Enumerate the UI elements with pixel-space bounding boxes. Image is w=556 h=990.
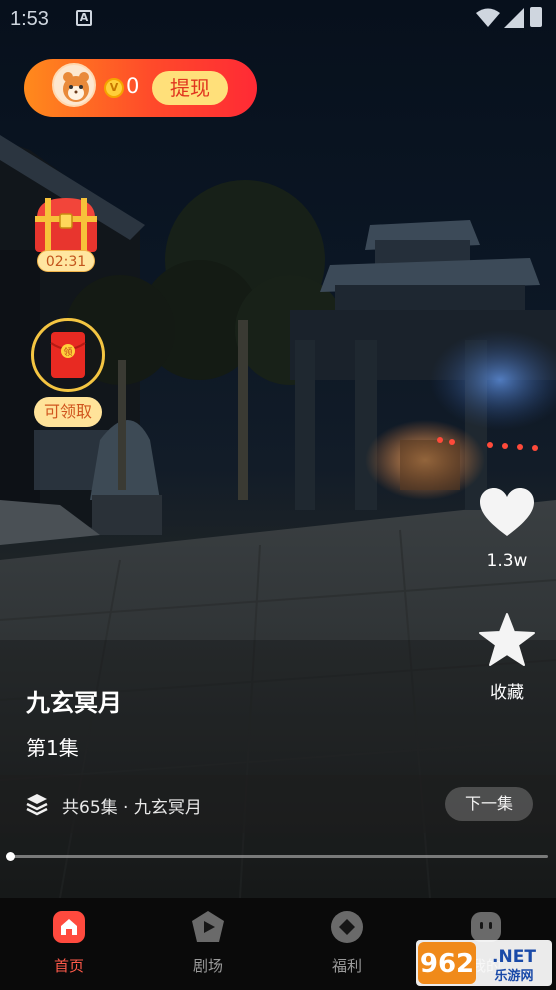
tab-theater[interactable]: 剧场 xyxy=(168,910,248,976)
video-frame-night-street xyxy=(0,135,556,898)
coin-count: 0 xyxy=(126,74,140,98)
profile-icon xyxy=(471,912,501,942)
coin-icon: V xyxy=(104,78,124,98)
tab-label: 首页 xyxy=(53,957,84,975)
squirrel-avatar-icon xyxy=(63,72,89,102)
playback-progress-bar[interactable] xyxy=(6,852,548,861)
svg-text:乐游网: 乐游网 xyxy=(494,968,533,984)
tab-label: 福利 xyxy=(331,957,362,975)
favorite-label: 收藏 xyxy=(490,683,524,703)
tab-home[interactable]: 首页 xyxy=(29,910,109,976)
red-packet-icon: 领 xyxy=(50,332,86,378)
claim-reward-badge[interactable]: 可领取 xyxy=(34,397,102,427)
drama-title: 九玄冥月 xyxy=(26,689,122,717)
battery-icon xyxy=(530,7,542,27)
treasure-chest-icon xyxy=(35,198,97,252)
red-packet-reward[interactable]: 领 xyxy=(31,318,105,392)
star-icon xyxy=(479,613,535,666)
withdraw-button[interactable]: 提现 xyxy=(152,71,228,105)
like-button[interactable] xyxy=(478,486,536,544)
video-player[interactable] xyxy=(0,0,556,898)
tab-label: 剧场 xyxy=(192,957,223,975)
like-count: 1.3w xyxy=(486,551,528,571)
svg-text:962: 962 xyxy=(420,949,474,979)
a-notification-icon: A xyxy=(76,10,92,26)
progress-handle[interactable] xyxy=(6,852,15,861)
coin-balance-pill[interactable]: V 0 提现 xyxy=(24,59,257,117)
chest-countdown: 02:31 xyxy=(37,250,95,272)
series-info-bar[interactable]: 共65集 · 九玄冥月 下一集 xyxy=(0,775,556,833)
site-watermark-logo: 962 .NET 乐游网 xyxy=(416,940,552,986)
wifi-icon xyxy=(476,8,500,27)
welfare-icon xyxy=(331,911,363,943)
signal-icon xyxy=(504,8,524,28)
watermark-logo-icon: 962 .NET 乐游网 xyxy=(416,940,552,986)
avatar[interactable] xyxy=(52,63,96,107)
theater-icon xyxy=(192,911,224,942)
svg-text:.NET: .NET xyxy=(492,947,536,967)
episode-number: 第1集 xyxy=(26,736,79,760)
home-icon xyxy=(53,911,85,943)
treasure-chest-reward[interactable]: 02:31 xyxy=(31,196,101,274)
next-episode-button[interactable]: 下一集 xyxy=(445,787,533,821)
status-time: 1:53 xyxy=(10,8,49,30)
layers-icon xyxy=(26,794,48,816)
favorite-button[interactable] xyxy=(478,612,536,672)
heart-icon xyxy=(480,488,534,536)
tab-welfare[interactable]: 福利 xyxy=(307,910,387,976)
status-bar: 1:53 A xyxy=(0,0,556,36)
red-packet-glyph: 领 xyxy=(63,346,72,358)
series-info-text: 共65集 · 九玄冥月 xyxy=(62,798,202,818)
